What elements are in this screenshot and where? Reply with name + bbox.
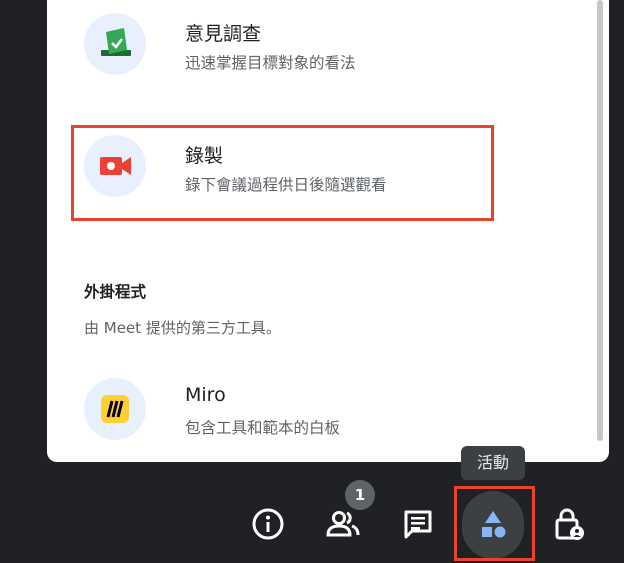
activity-item-title: 意見調查 [185,23,262,45]
people-count-badge: 1 [345,480,375,510]
activity-item-title: Miro [185,384,226,406]
recording-highlight-box [71,125,494,221]
meeting-info-button[interactable] [245,503,291,549]
miro-logo-icon [84,378,146,440]
addons-heading: 外掛程式 [84,283,147,301]
poll-ballot-icon [84,13,146,75]
activity-item-desc: 迅速掌握目標對象的看法 [185,54,356,72]
host-controls-button[interactable] [545,503,591,549]
chat-icon [401,507,435,545]
activities-panel: 意見調查 迅速掌握目標對象的看法 錄製 錄下會議過程供日後隨選觀看 外掛程式 由… [47,0,609,462]
host-controls-icon [550,506,586,546]
activity-item-polls[interactable]: 意見調查 迅速掌握目標對象的看法 [47,4,567,84]
chat-button[interactable] [395,503,441,549]
addons-subtitle: 由 Meet 提供的第三方工具。 [84,319,281,337]
people-icon [324,507,362,545]
panel-scrollbar[interactable] [597,0,603,441]
info-icon [251,507,285,545]
activities-tooltip: 活動 [461,446,525,480]
activities-highlight-box [454,486,535,561]
activity-item-miro[interactable]: Miro 包含工具和範本的白板 [47,369,567,449]
activity-item-desc: 包含工具和範本的白板 [185,419,341,437]
